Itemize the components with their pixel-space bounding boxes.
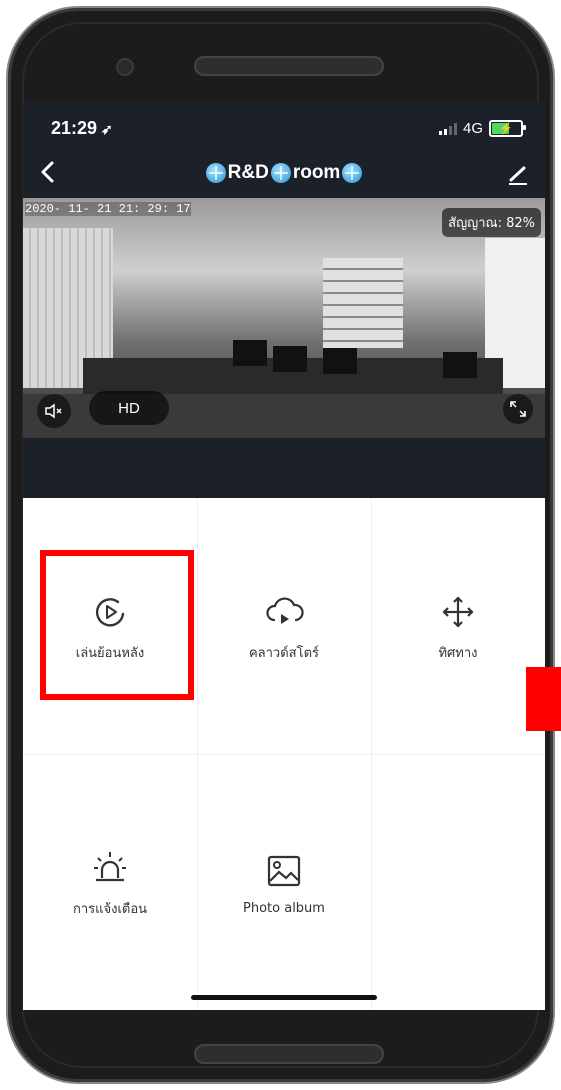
quality-toggle-button[interactable]: HD bbox=[89, 391, 169, 425]
signal-strength-badge: สัญญาณ: 82% bbox=[442, 208, 541, 237]
device-title-part1: R&D bbox=[227, 162, 269, 183]
feature-cloud-store[interactable]: คลาวด์สโตร์ bbox=[197, 498, 371, 754]
feature-label: ทิศทาง bbox=[438, 645, 478, 661]
pencil-icon bbox=[509, 166, 527, 185]
earpiece-speaker bbox=[194, 56, 384, 76]
globe-icon bbox=[205, 163, 226, 183]
device-title: R&D room bbox=[23, 162, 545, 184]
highlight-annotation-box bbox=[40, 550, 194, 700]
cellular-signal-icon bbox=[438, 122, 457, 135]
device-title-part2: room bbox=[292, 162, 341, 183]
video-timestamp: 2020- 11- 21 21: 29: 17 bbox=[25, 202, 191, 216]
globe-icon bbox=[270, 163, 291, 183]
battery-icon: ⚡ bbox=[489, 120, 526, 137]
feature-label: การแจ้งเตือน bbox=[72, 901, 148, 917]
speaker-muted-icon bbox=[45, 403, 62, 419]
photo-album-icon bbox=[267, 855, 301, 886]
feature-label: คลาวด์สโตร์ bbox=[248, 645, 320, 661]
direction-icon bbox=[442, 595, 474, 628]
cloud-store-icon bbox=[266, 596, 304, 624]
feature-direction[interactable]: ทิศทาง bbox=[371, 498, 545, 754]
status-time: 21:29 ➶ bbox=[51, 118, 113, 139]
feature-photo-album[interactable]: Photo album bbox=[197, 754, 371, 1010]
alarm-icon bbox=[94, 851, 126, 881]
globe-icon bbox=[342, 163, 363, 183]
fullscreen-icon bbox=[510, 401, 526, 417]
side-annotation-marker bbox=[526, 667, 561, 731]
top-bar: 21:29 ➶ 4G ⚡ R&D room bbox=[23, 102, 545, 198]
bottom-speaker-grille bbox=[194, 1044, 384, 1064]
home-indicator[interactable] bbox=[191, 995, 377, 1000]
charging-bolt-icon: ⚡ bbox=[499, 123, 513, 135]
mute-button[interactable] bbox=[37, 394, 71, 428]
video-control-strip bbox=[23, 438, 545, 498]
feature-alarm[interactable]: การแจ้งเตือน bbox=[23, 754, 197, 1010]
network-type: 4G bbox=[462, 120, 483, 137]
video-scene-monitor bbox=[233, 340, 267, 366]
live-video-feed[interactable]: 2020- 11- 21 21: 29: 17 สัญญาณ: 82% HD bbox=[23, 198, 545, 438]
video-scene-shelf bbox=[323, 258, 403, 348]
status-time-text: 21:29 bbox=[51, 118, 98, 138]
video-scene-monitor bbox=[323, 348, 357, 374]
status-indicators: 4G ⚡ bbox=[438, 120, 526, 137]
video-scene-monitor bbox=[273, 346, 307, 372]
feature-label: Photo album bbox=[243, 900, 325, 916]
video-scene-monitor bbox=[443, 352, 477, 378]
edit-button[interactable] bbox=[507, 164, 529, 186]
fullscreen-button[interactable] bbox=[503, 394, 533, 424]
location-arrow-icon: ➶ bbox=[101, 121, 113, 137]
front-camera bbox=[116, 58, 134, 76]
